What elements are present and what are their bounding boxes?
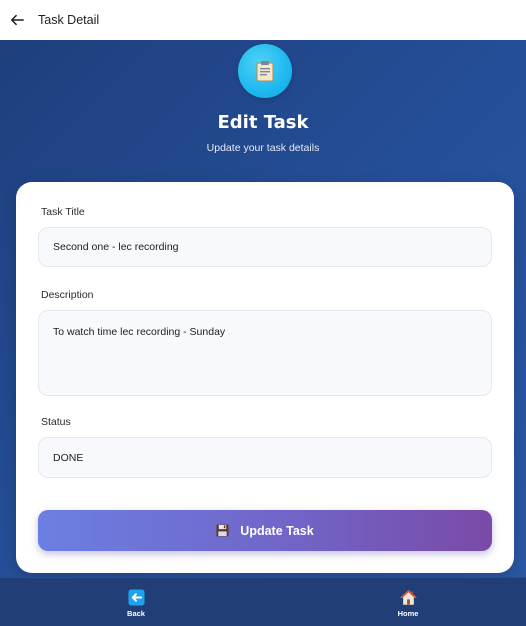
nav-back-label: Back — [127, 609, 145, 618]
nav-back[interactable]: Back — [96, 578, 176, 626]
description-textarea[interactable]: To watch time lec recording - Sunday — [38, 310, 492, 396]
description-value: To watch time lec recording - Sunday — [53, 326, 226, 338]
task-title-label: Task Title — [41, 206, 85, 218]
back-arrow-icon — [127, 589, 145, 606]
bottom-navigation: Back Home — [0, 577, 526, 626]
update-task-button[interactable]: Update Task — [38, 510, 492, 551]
back-button[interactable] — [0, 0, 34, 40]
edit-task-form: Task Title Second one - lec recording De… — [16, 182, 514, 573]
update-task-label: Update Task — [240, 523, 314, 538]
clipboard-icon — [238, 44, 292, 98]
hero-subtitle: Update your task details — [206, 142, 320, 154]
description-label: Description — [41, 289, 94, 301]
app-bar: Task Detail — [0, 0, 526, 40]
nav-home-label: Home — [397, 609, 419, 618]
task-title-value: Second one - lec recording — [53, 241, 179, 253]
nav-home[interactable]: Home — [368, 578, 448, 626]
floppy-disk-icon — [216, 524, 229, 537]
house-icon — [399, 590, 417, 605]
hero-title: Edit Task — [217, 112, 309, 133]
main-content: Edit Task Update your task details Task … — [0, 40, 526, 577]
status-value: DONE — [53, 451, 84, 464]
status-field[interactable]: DONE — [38, 437, 492, 478]
arrow-left-icon — [10, 14, 24, 26]
task-title-input[interactable]: Second one - lec recording — [38, 227, 492, 267]
status-label: Status — [41, 416, 71, 428]
page-title: Task Detail — [38, 13, 100, 27]
